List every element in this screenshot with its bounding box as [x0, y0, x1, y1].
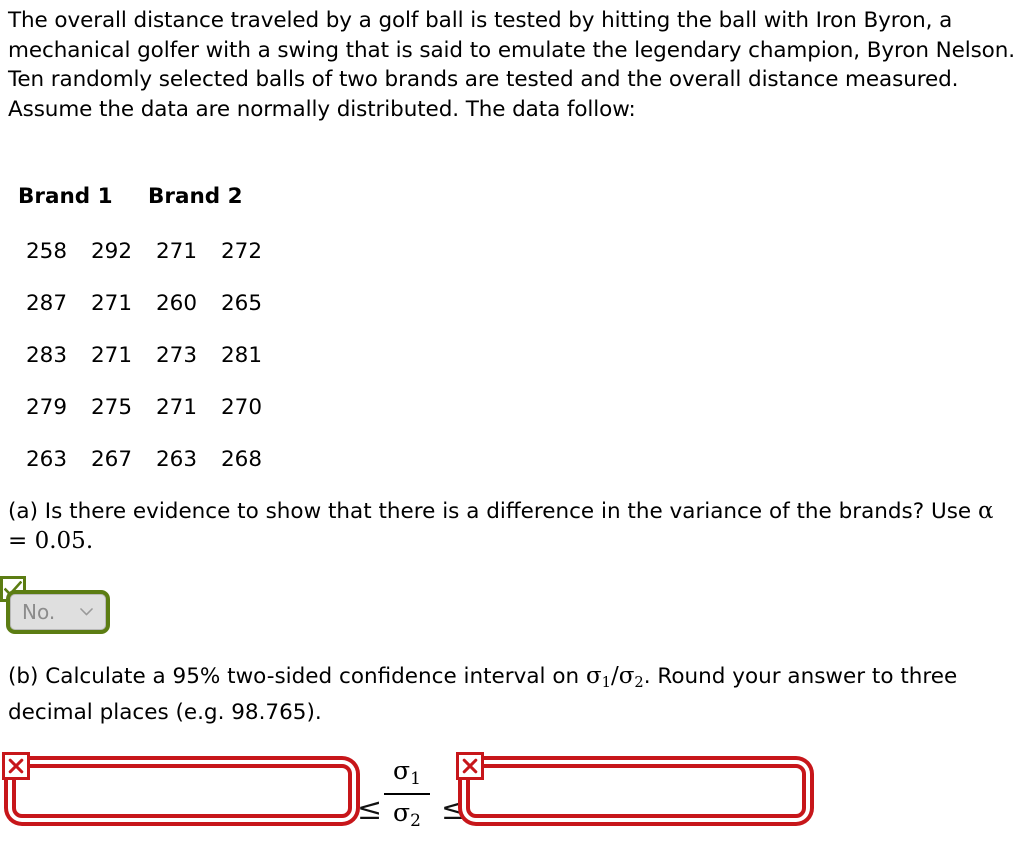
confidence-interval-answer-row: ≤ σ1 σ2 ≤ — [0, 752, 1031, 860]
table-row: 258 292 271 272 — [14, 239, 274, 291]
alpha-symbol: α — [978, 498, 994, 524]
fraction-numerator: σ1 — [381, 756, 433, 790]
chevron-down-icon — [80, 608, 93, 616]
part-a-period: . — [85, 527, 94, 554]
table-cell: 260 — [155, 291, 198, 316]
table-cell: 268 — [220, 447, 263, 472]
lower-bound-field-wrapper — [2, 752, 352, 818]
table-cell: 271 — [90, 291, 133, 316]
x-icon — [456, 752, 484, 780]
sigma-2-subscript: 2 — [634, 674, 644, 692]
problem-statement: The overall distance traveled by a golf … — [8, 8, 1015, 122]
table-cell: 271 — [155, 239, 198, 264]
problem-page: The overall distance traveled by a golf … — [0, 0, 1031, 860]
table-cell: 283 — [25, 343, 68, 368]
fraction-numerator-sigma: σ — [393, 756, 411, 785]
table-row: 263 267 263 268 — [14, 447, 274, 499]
table-cell: 292 — [90, 239, 133, 264]
fraction-denominator-sigma: σ — [393, 797, 411, 827]
sigma-ratio-fraction: σ1 σ2 — [381, 756, 433, 832]
table-row: 287 271 260 265 — [14, 291, 274, 343]
table-cell: 272 — [220, 239, 263, 264]
table-cell: 273 — [155, 343, 198, 368]
alpha-value: 0.05 — [34, 527, 86, 554]
fraction-denominator: σ2 — [381, 798, 433, 832]
fraction-bar — [384, 792, 430, 795]
equals-symbol: = — [8, 527, 35, 554]
column-header-brand-1: Brand 1 — [18, 184, 113, 209]
sigma-1-symbol: σ — [585, 663, 602, 689]
x-icon — [2, 752, 30, 780]
upper-bound-field-wrapper — [456, 752, 806, 818]
upper-bound-input[interactable] — [470, 768, 802, 814]
table-cell: 258 — [25, 239, 68, 264]
table-cell: 263 — [25, 447, 68, 472]
dropdown-selected-value: No. — [22, 600, 56, 624]
table-cell: 271 — [155, 395, 198, 420]
part-a-question: (a) Is there evidence to show that there… — [8, 497, 1008, 556]
golf-ball-distance-table: Brand 1 Brand 2 258 292 271 272 287 271 … — [14, 184, 274, 499]
table-cell: 270 — [220, 395, 263, 420]
inequality-left: ≤ — [357, 792, 383, 827]
column-header-brand-2: Brand 2 — [148, 184, 243, 209]
table-cell: 275 — [90, 395, 133, 420]
table-header-row: Brand 1 Brand 2 — [14, 184, 274, 239]
part-a-answer-widget: No. — [0, 576, 110, 634]
fraction-denominator-subscript: 2 — [410, 810, 421, 831]
evidence-answer-dropdown[interactable]: No. — [6, 590, 110, 634]
lower-bound-input[interactable] — [16, 768, 348, 814]
sigma-2-symbol: σ — [618, 663, 635, 689]
table-cell: 267 — [90, 447, 133, 472]
part-a-text: (a) Is there evidence to show that there… — [8, 499, 978, 524]
part-b-question: (b) Calculate a 95% two-sided confidence… — [8, 662, 1023, 727]
table-row: 279 275 271 270 — [14, 395, 274, 447]
table-cell: 263 — [155, 447, 198, 472]
ratio-slash: / — [610, 663, 619, 689]
part-b-text-before: (b) Calculate a 95% two-sided confidence… — [8, 664, 586, 689]
table-row: 283 271 273 281 — [14, 343, 274, 395]
inequality-right: ≤ — [441, 792, 467, 827]
table-cell: 265 — [220, 291, 263, 316]
table-cell: 271 — [90, 343, 133, 368]
fraction-numerator-subscript: 1 — [410, 768, 421, 789]
sigma-1-subscript: 1 — [601, 674, 611, 692]
table-cell: 281 — [220, 343, 263, 368]
table-cell: 287 — [25, 291, 68, 316]
table-cell: 279 — [25, 395, 68, 420]
